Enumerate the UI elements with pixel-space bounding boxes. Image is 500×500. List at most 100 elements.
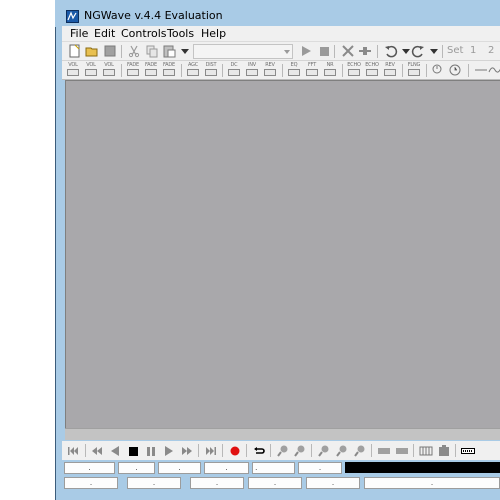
- reverb-button[interactable]: REV: [382, 62, 398, 78]
- agc-button[interactable]: AGC: [185, 62, 201, 78]
- play-icon[interactable]: [299, 44, 313, 58]
- dc-offset-button[interactable]: DC: [226, 62, 242, 78]
- loop-icon[interactable]: [252, 444, 266, 458]
- pause-icon[interactable]: [144, 444, 158, 458]
- settings-icon[interactable]: [430, 63, 444, 77]
- equalizer-icon: [288, 69, 300, 76]
- flanger-icon: [408, 69, 420, 76]
- rewind-icon[interactable]: [90, 444, 104, 458]
- status-field: .: [64, 462, 115, 474]
- status-field: .: [306, 477, 360, 489]
- fast-forward-icon[interactable]: [180, 444, 194, 458]
- mono-icon[interactable]: [461, 444, 475, 458]
- set-1-button[interactable]: 1: [470, 45, 476, 56]
- fade-custom-button[interactable]: FADE: [161, 62, 177, 78]
- line-tool-icon[interactable]: [474, 63, 488, 77]
- level-meter: [345, 462, 500, 473]
- zoom-selection-icon[interactable]: [317, 444, 331, 458]
- zoom-in-icon[interactable]: [276, 444, 290, 458]
- fft-button[interactable]: FFT: [304, 62, 320, 78]
- horizontal-scrollbar[interactable]: [65, 428, 500, 440]
- fx-label: DC: [230, 62, 238, 68]
- stop-icon[interactable]: [126, 444, 140, 458]
- play-icon[interactable]: [162, 444, 176, 458]
- flanger-button[interactable]: FLNG: [406, 62, 422, 78]
- volume-custom-button[interactable]: VOL: [101, 62, 117, 78]
- status-field: .: [158, 462, 201, 474]
- set-2-button[interactable]: 2: [488, 45, 494, 56]
- clipboard-icon[interactable]: [437, 444, 451, 458]
- toolbar-separator: [455, 444, 456, 457]
- paste-dropdown-icon[interactable]: [178, 44, 192, 58]
- toolbar-separator: [413, 444, 414, 457]
- menu-tools[interactable]: Tools: [167, 27, 194, 40]
- toolbar-separator: [121, 64, 122, 77]
- record-icon[interactable]: [228, 444, 242, 458]
- selection-combo[interactable]: [193, 44, 293, 59]
- echo-icon: [348, 69, 360, 76]
- go-to-start-icon[interactable]: [66, 444, 80, 458]
- clock-icon[interactable]: [448, 63, 462, 77]
- noise-reduction-button[interactable]: NR: [322, 62, 338, 78]
- delete-icon[interactable]: [341, 44, 355, 58]
- copy-icon[interactable]: [145, 44, 159, 58]
- noise-reduction-icon: [324, 69, 336, 76]
- fx-label: ECHO: [347, 62, 361, 68]
- zoom-vertical-icon[interactable]: [353, 444, 367, 458]
- open-folder-icon[interactable]: [85, 44, 99, 58]
- status-field: .: [190, 477, 244, 489]
- distortion-button[interactable]: DIST: [203, 62, 219, 78]
- trim-icon[interactable]: [358, 44, 372, 58]
- redo-dropdown-icon[interactable]: [427, 44, 441, 58]
- toolbar-separator: [311, 444, 312, 457]
- menu-edit[interactable]: Edit: [94, 27, 115, 40]
- waveform-area[interactable]: [65, 80, 500, 428]
- toolbar-separator: [222, 64, 223, 77]
- fade-in-icon: [127, 69, 139, 76]
- paste-icon[interactable]: [162, 44, 176, 58]
- stop-icon[interactable]: [317, 44, 331, 58]
- zoom-out-icon[interactable]: [293, 444, 307, 458]
- redo-icon[interactable]: [411, 44, 425, 58]
- status-field: .: [364, 477, 500, 489]
- fade-out-button[interactable]: FADE: [143, 62, 159, 78]
- toolbar-separator: [121, 45, 122, 58]
- status-field: .: [248, 477, 302, 489]
- fx-label: DIST: [205, 62, 217, 68]
- echo-icon: [366, 69, 378, 76]
- menu-file[interactable]: File: [70, 27, 88, 40]
- undo-icon[interactable]: [384, 44, 398, 58]
- reverse-button[interactable]: REV: [262, 62, 278, 78]
- cut-icon[interactable]: [127, 44, 141, 58]
- toolbar-separator: [402, 64, 403, 77]
- invert-button[interactable]: INV: [244, 62, 260, 78]
- invert-icon: [246, 69, 258, 76]
- fx-label: FADE: [144, 62, 158, 68]
- menu-controls[interactable]: Controls: [121, 27, 167, 40]
- reverb-icon: [384, 69, 396, 76]
- volume-down-button[interactable]: VOL: [83, 62, 99, 78]
- toolbar-separator: [85, 444, 86, 457]
- play-reverse-icon[interactable]: [108, 444, 122, 458]
- echo-stereo-button[interactable]: ECHO: [364, 62, 380, 78]
- status-field: .: [127, 477, 181, 489]
- wave-tool-icon[interactable]: [488, 63, 500, 77]
- fade-in-button[interactable]: FADE: [125, 62, 141, 78]
- toolbar-separator: [377, 45, 378, 58]
- equalizer-button[interactable]: EQ: [286, 62, 302, 78]
- go-to-end-icon[interactable]: [204, 444, 218, 458]
- zoom-full-icon[interactable]: [335, 444, 349, 458]
- markers-icon[interactable]: [419, 444, 433, 458]
- fx-label: ECHO: [365, 62, 379, 68]
- echo-button[interactable]: ECHO: [346, 62, 362, 78]
- volume-up-button[interactable]: VOL: [65, 62, 81, 78]
- menu-help[interactable]: Help: [201, 27, 226, 40]
- new-file-icon[interactable]: [68, 44, 82, 58]
- save-icon[interactable]: [103, 44, 117, 58]
- toolbar-separator: [222, 444, 223, 457]
- select-left-icon[interactable]: [377, 444, 391, 458]
- fx-label: FADE: [126, 62, 140, 68]
- status-field: .: [64, 477, 118, 489]
- select-right-icon[interactable]: [395, 444, 409, 458]
- fx-label: VOL: [86, 62, 96, 68]
